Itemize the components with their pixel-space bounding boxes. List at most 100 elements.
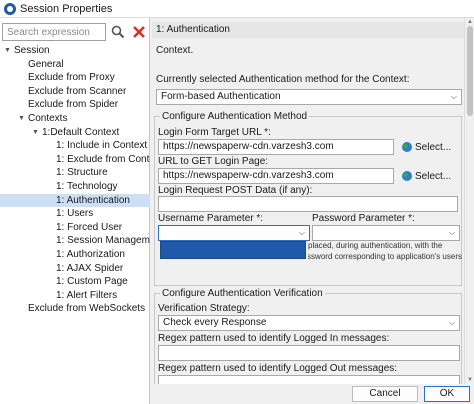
select-label: Select...	[415, 170, 452, 182]
ok-button[interactable]: OK	[424, 386, 470, 402]
tree-item-label: General	[28, 58, 64, 70]
get-url-field[interactable]: https://newspaperw-cdn.varzesh3.com	[158, 168, 394, 184]
tree-item-label: 1: Structure	[56, 167, 108, 179]
chevron-down-icon: ⌵	[448, 318, 455, 327]
chevron-down-icon[interactable]: ▼	[18, 112, 25, 126]
vertical-scrollbar[interactable]: ▲ ▼	[464, 18, 474, 384]
auth-method-value: Form-based Authentication	[161, 91, 281, 102]
logged-in-regex-field[interactable]	[158, 345, 460, 361]
search-row	[2, 22, 148, 42]
tree-item-exclude-websockets[interactable]: Exclude from WebSockets	[0, 302, 150, 316]
strategy-value: Check every Response	[163, 317, 267, 328]
scroll-down-icon[interactable]: ▼	[465, 376, 474, 384]
tree-item-label: 1: Session Management	[56, 235, 150, 247]
cancel-button[interactable]: Cancel	[352, 386, 418, 402]
search-icon	[111, 25, 125, 39]
hint-line-2: username and password corresponding to a…	[308, 252, 462, 261]
post-data-label: Login Request POST Data (if any):	[158, 185, 313, 196]
tree-item-label: Exclude from WebSockets	[28, 303, 146, 315]
configure-method-title: Configure Authentication Method	[160, 111, 310, 122]
scroll-thumb[interactable]	[467, 26, 473, 116]
title-bar: Session Properties	[0, 0, 474, 18]
tree-item-custom-page[interactable]: 1: Custom Page	[0, 275, 150, 289]
tree-item-label: Exclude from Scanner	[28, 85, 127, 97]
tree-item-exclude-context[interactable]: 1: Exclude from Context	[0, 153, 150, 167]
chevron-down-icon: ⌵	[448, 228, 455, 237]
tree-item-label: Session	[14, 45, 50, 56]
tree-item-label: 1: Authorization	[56, 248, 125, 260]
tree-item-session-management[interactable]: 1: Session Management	[0, 234, 150, 248]
tree-item-ajax-spider[interactable]: 1: AJAX Spider	[0, 262, 150, 276]
sidebar: ▼ Session General Exclude from Proxy Exc…	[0, 18, 150, 404]
globe-icon	[402, 142, 412, 152]
tree-item-label: 1: Custom Page	[56, 276, 128, 288]
scroll-up-icon[interactable]: ▲	[465, 18, 474, 26]
session-tree: ▼ Session General Exclude from Proxy Exc…	[0, 44, 150, 316]
logged-out-label: Regex pattern used to identify Logged Ou…	[158, 363, 398, 374]
tree-item-label: 1: Users	[56, 208, 94, 220]
login-url-label: Login Form Target URL *:	[158, 127, 271, 138]
tree-item-users[interactable]: 1: Users	[0, 207, 150, 221]
search-input[interactable]	[2, 23, 106, 41]
panel-header: 1: Authentication	[152, 22, 464, 38]
tree-item-general[interactable]: General	[0, 58, 150, 72]
tree-item-alert-filters[interactable]: 1: Alert Filters	[0, 289, 150, 303]
tree-item-exclude-spider[interactable]: Exclude from Spider	[0, 98, 150, 112]
login-url-select-button[interactable]: Select...	[402, 139, 451, 155]
globe-icon	[402, 171, 412, 181]
chevron-down-icon: ⌵	[298, 228, 305, 237]
strategy-select[interactable]: Check every Response ⌵	[158, 315, 460, 331]
tree-item-session[interactable]: ▼ Session	[0, 44, 150, 58]
logged-out-regex-field[interactable]	[158, 375, 460, 384]
tree-item-label: 1: Include in Context	[56, 140, 148, 152]
post-data-field[interactable]	[158, 196, 458, 212]
search-button[interactable]	[109, 23, 127, 41]
tree-item-technology[interactable]: 1: Technology	[0, 180, 150, 194]
password-param-select[interactable]: ⌵	[312, 225, 460, 241]
username-param-label: Username Parameter *:	[158, 213, 264, 224]
clear-x-icon	[133, 26, 145, 38]
tree-item-structure[interactable]: 1: Structure	[0, 166, 150, 180]
tree-item-contexts[interactable]: ▼ Contexts	[0, 112, 150, 126]
window-title: Session Properties	[20, 2, 113, 15]
authentication-panel: 1: Authentication Context. Currently sel…	[152, 18, 474, 384]
tree-item-forced-user[interactable]: 1: Forced User	[0, 221, 150, 235]
tree-item-exclude-proxy[interactable]: Exclude from Proxy	[0, 71, 150, 85]
strategy-label: Verification Strategy:	[158, 303, 250, 314]
logged-in-label: Regex pattern used to identify Logged In…	[158, 333, 390, 344]
username-dropdown-popup[interactable]	[160, 241, 306, 259]
dialog-footer: Cancel OK	[152, 384, 474, 404]
chevron-down-icon[interactable]: ▼	[4, 44, 11, 58]
chevron-down-icon[interactable]: ▼	[32, 126, 39, 140]
tree-item-default-context[interactable]: ▼ 1:Default Context	[0, 126, 150, 140]
tree-item-label: 1: Authentication	[56, 194, 130, 206]
tree-item-label: 1: Forced User	[56, 221, 123, 233]
tree-item-label: 1: AJAX Spider	[56, 262, 124, 274]
tree-item-label: 1:Default Context	[42, 126, 120, 138]
app-icon	[4, 2, 16, 15]
configure-verification-title: Configure Authentication Verification	[160, 288, 325, 299]
tree-item-label: Contexts	[28, 112, 68, 124]
tree-item-label: 1: Alert Filters	[56, 289, 118, 301]
tree-item-label: Exclude from Spider	[28, 99, 119, 111]
username-param-select[interactable]: ⌵	[158, 225, 310, 241]
panel-scroll-area[interactable]: 1: Authentication Context. Currently sel…	[152, 18, 464, 384]
clear-button[interactable]	[130, 23, 148, 41]
select-label: Select...	[415, 141, 452, 153]
tree-item-exclude-scanner[interactable]: Exclude from Scanner	[0, 85, 150, 99]
tree-item-authorization[interactable]: 1: Authorization	[0, 248, 150, 262]
auth-method-select[interactable]: Form-based Authentication ⌵	[156, 89, 462, 105]
context-text: Context.	[156, 45, 194, 56]
get-url-select-button[interactable]: Select...	[402, 168, 451, 184]
tree-item-label: 1: Technology	[56, 180, 118, 192]
tree-item-label: 1: Exclude from Context	[56, 153, 150, 165]
tree-item-authentication[interactable]: 1: Authentication	[0, 193, 150, 208]
get-url-label: URL to GET Login Page:	[158, 156, 269, 167]
chevron-down-icon: ⌵	[450, 92, 457, 101]
tree-item-include-context[interactable]: 1: Include in Context	[0, 139, 150, 153]
tree-item-label: Exclude from Proxy	[28, 72, 115, 84]
login-url-field[interactable]: https://newspaperw-cdn.varzesh3.com	[158, 139, 394, 155]
password-param-label: Password Parameter *:	[312, 213, 415, 224]
hint-line-1: placed, during authentication, with the	[308, 241, 443, 250]
method-label: Currently selected Authentication method…	[156, 74, 410, 85]
